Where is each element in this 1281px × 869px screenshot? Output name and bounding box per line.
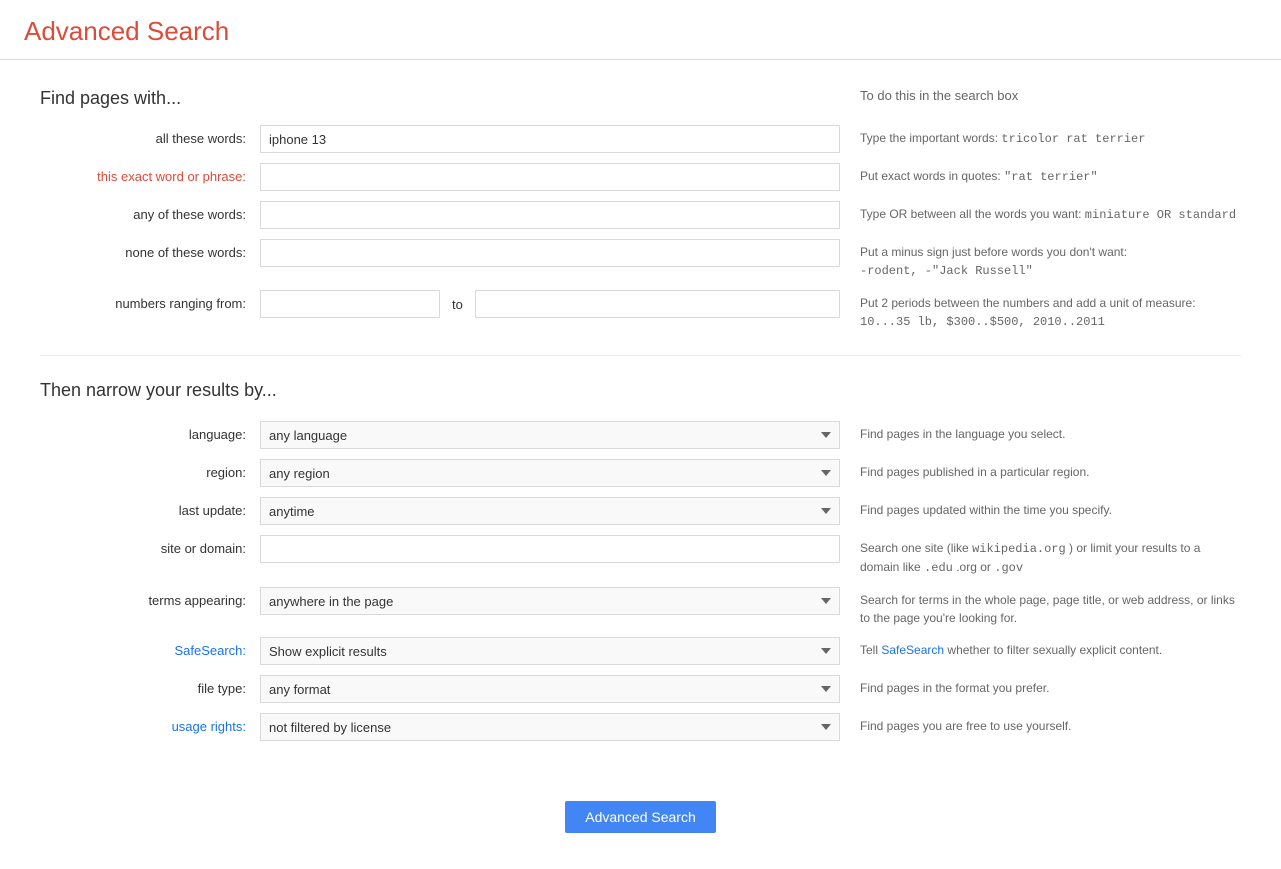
last-update-label: last update: [40, 497, 260, 525]
all-these-words-input-wrap [260, 125, 840, 153]
file-type-row: file type: any format Adobe Acrobat PDF … [40, 675, 1241, 703]
language-left: language: any language English French Ge… [40, 421, 840, 449]
none-of-these-hint: Put a minus sign just before words you d… [840, 239, 1241, 280]
narrow-results-title: Then narrow your results by... [40, 380, 1241, 401]
narrow-results-header: Then narrow your results by... [40, 380, 1241, 401]
numbers-row: numbers ranging from: to Put 2 periods b… [40, 290, 1241, 331]
usage-rights-hint: Find pages you are free to use yourself. [840, 713, 1241, 735]
exact-word-left: this exact word or phrase: [40, 163, 840, 191]
all-these-words-input[interactable] [260, 125, 840, 153]
language-hint: Find pages in the language you select. [840, 421, 1241, 443]
safesearch-link[interactable]: SafeSearch: [174, 643, 246, 658]
section-header-row: Find pages with... To do this in the sea… [40, 88, 1241, 109]
language-select[interactable]: any language English French German Japan… [260, 421, 840, 449]
advanced-search-button[interactable]: Advanced Search [565, 801, 716, 833]
last-update-left: last update: anytime past 24 hours past … [40, 497, 840, 525]
none-of-these-left: none of these words: [40, 239, 840, 267]
last-update-select[interactable]: anytime past 24 hours past week past mon… [260, 497, 840, 525]
region-select-wrap: any region United States United Kingdom … [260, 459, 840, 487]
safesearch-left: SafeSearch: Show explicit results Filter… [40, 637, 840, 665]
page-header: Advanced Search [0, 0, 1281, 60]
terms-appearing-hint: Search for terms in the whole page, page… [840, 587, 1241, 627]
any-of-these-input-wrap [260, 201, 840, 229]
safesearch-select[interactable]: Show explicit results Filter explicit re… [260, 637, 840, 665]
site-domain-input-wrap [260, 535, 840, 563]
any-of-these-label: any of these words: [40, 201, 260, 229]
region-select[interactable]: any region United States United Kingdom … [260, 459, 840, 487]
any-of-these-left: any of these words: [40, 201, 840, 229]
button-row: Advanced Search [40, 771, 1241, 833]
exact-word-input[interactable] [260, 163, 840, 191]
usage-rights-select-wrap: not filtered by license free to use or s… [260, 713, 840, 741]
file-type-label: file type: [40, 675, 260, 703]
find-pages-header: Find pages with... [40, 88, 840, 109]
all-these-words-label: all these words: [40, 125, 260, 153]
usage-rights-link[interactable]: usage rights: [172, 719, 246, 734]
exact-word-input-wrap [260, 163, 840, 191]
region-hint: Find pages published in a particular reg… [840, 459, 1241, 481]
usage-rights-row: usage rights: not filtered by license fr… [40, 713, 1241, 741]
all-these-words-hint: Type the important words: tricolor rat t… [840, 125, 1241, 148]
region-left: region: any region United States United … [40, 459, 840, 487]
terms-appearing-select-wrap: anywhere in the page in the title of the… [260, 587, 840, 615]
last-update-hint: Find pages updated within the time you s… [840, 497, 1241, 519]
file-type-select[interactable]: any format Adobe Acrobat PDF (.pdf) Adob… [260, 675, 840, 703]
safesearch-hint: Tell SafeSearch whether to filter sexual… [840, 637, 1241, 659]
numbers-to-input[interactable] [475, 290, 840, 318]
region-row: region: any region United States United … [40, 459, 1241, 487]
language-label: language: [40, 421, 260, 449]
all-these-words-row: all these words: Type the important word… [40, 125, 1241, 153]
any-of-these-input[interactable] [260, 201, 840, 229]
main-content: Find pages with... To do this in the sea… [0, 60, 1281, 869]
numbers-label: numbers ranging from: [40, 290, 260, 318]
site-domain-left: site or domain: [40, 535, 840, 563]
terms-appearing-select[interactable]: anywhere in the page in the title of the… [260, 587, 840, 615]
last-update-select-wrap: anytime past 24 hours past week past mon… [260, 497, 840, 525]
numbers-left: numbers ranging from: to [40, 290, 840, 318]
usage-rights-label: usage rights: [40, 713, 260, 741]
any-of-these-row: any of these words: Type OR between all … [40, 201, 1241, 229]
section-divider [40, 355, 1241, 356]
site-domain-row: site or domain: Search one site (like wi… [40, 535, 1241, 577]
terms-appearing-left: terms appearing: anywhere in the page in… [40, 587, 840, 615]
safesearch-select-wrap: Show explicit results Filter explicit re… [260, 637, 840, 665]
safesearch-row: SafeSearch: Show explicit results Filter… [40, 637, 1241, 665]
exact-word-hint: Put exact words in quotes: "rat terrier" [840, 163, 1241, 186]
numbers-inputs: to [260, 290, 840, 318]
to-do-title: To do this in the search box [860, 88, 1241, 103]
to-do-header: To do this in the search box [840, 88, 1241, 109]
file-type-select-wrap: any format Adobe Acrobat PDF (.pdf) Adob… [260, 675, 840, 703]
none-of-these-row: none of these words: Put a minus sign ju… [40, 239, 1241, 280]
file-type-hint: Find pages in the format you prefer. [840, 675, 1241, 697]
all-these-words-left: all these words: [40, 125, 840, 153]
exact-word-row: this exact word or phrase: Put exact wor… [40, 163, 1241, 191]
terms-appearing-row: terms appearing: anywhere in the page in… [40, 587, 1241, 627]
numbers-from-input[interactable] [260, 290, 440, 318]
language-row: language: any language English French Ge… [40, 421, 1241, 449]
none-of-these-label: none of these words: [40, 239, 260, 267]
none-of-these-input[interactable] [260, 239, 840, 267]
language-select-wrap: any language English French German Japan… [260, 421, 840, 449]
usage-rights-select[interactable]: not filtered by license free to use or s… [260, 713, 840, 741]
any-of-these-hint: Type OR between all the words you want: … [840, 201, 1241, 224]
file-type-left: file type: any format Adobe Acrobat PDF … [40, 675, 840, 703]
exact-word-label: this exact word or phrase: [40, 163, 260, 191]
page-title: Advanced Search [24, 16, 1257, 47]
numbers-hint: Put 2 periods between the numbers and ad… [840, 290, 1241, 331]
site-domain-label: site or domain: [40, 535, 260, 563]
find-pages-title: Find pages with... [40, 88, 840, 109]
last-update-row: last update: anytime past 24 hours past … [40, 497, 1241, 525]
terms-appearing-label: terms appearing: [40, 587, 260, 615]
site-domain-hint: Search one site (like wikipedia.org ) or… [840, 535, 1241, 577]
site-domain-input[interactable] [260, 535, 840, 563]
to-label: to [440, 297, 475, 312]
safesearch-label: SafeSearch: [40, 637, 260, 665]
region-label: region: [40, 459, 260, 487]
none-of-these-input-wrap [260, 239, 840, 267]
usage-rights-left: usage rights: not filtered by license fr… [40, 713, 840, 741]
